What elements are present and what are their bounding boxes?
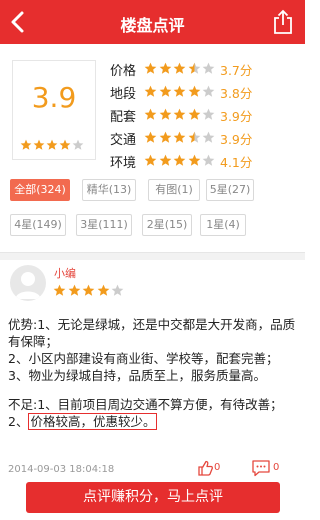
review-text: 优势:1、无论是绿城，还是中交都是大开发商，品质有保障； 2、小区内部建设有商业…	[8, 316, 304, 430]
top-nav-bar: 楼盘点评	[0, 0, 305, 44]
write-review-button[interactable]: 点评赚积分，马上点评	[26, 482, 280, 513]
review-star-full-icon	[82, 284, 95, 296]
category-score: 3.7分	[220, 63, 253, 78]
comment-icon[interactable]	[251, 459, 271, 477]
category-star-rating	[144, 62, 217, 81]
rating-summary: 3.9 价格 3.7分 地段 3.8分 配套 3.9分 交通 3.9分 环境 4.1分	[0, 44, 305, 171]
category-star-full-icon	[188, 154, 200, 166]
filter-tag[interactable]: 2星(15)	[142, 214, 192, 236]
category-star-empty-icon	[202, 85, 215, 97]
overall-star-full-icon	[20, 139, 32, 150]
review-username[interactable]: 小编	[54, 265, 76, 281]
category-ratings: 价格 3.7分 地段 3.8分 配套 3.9分 交通 3.9分 环境 4.1分	[108, 58, 298, 173]
filter-tag[interactable]: 1星(4)	[200, 214, 246, 236]
page-title: 楼盘点评	[120, 16, 185, 35]
category-star-empty-icon	[202, 154, 215, 166]
category-star-rating	[144, 131, 217, 150]
user-placeholder-icon	[15, 272, 41, 299]
overall-star-empty-icon	[72, 139, 84, 150]
comment-count: 0	[273, 462, 280, 473]
overall-star-rating	[20, 139, 85, 158]
category-star-full-icon	[159, 62, 171, 74]
category-star-full-icon	[173, 108, 186, 120]
category-star-full-icon	[144, 85, 157, 97]
category-star-full-icon	[173, 154, 186, 166]
category-label: 地段	[110, 87, 137, 102]
avatar[interactable]	[10, 265, 46, 301]
category-star-rating	[144, 108, 217, 127]
review-star-full-icon	[68, 284, 80, 296]
category-star-empty-icon	[202, 108, 215, 120]
category-rating-row: 价格 3.7分	[108, 58, 298, 81]
overall-score-box: 3.9	[12, 60, 96, 160]
category-star-full-icon	[188, 85, 200, 97]
category-star-full-icon	[173, 85, 186, 97]
category-star-full-icon	[159, 154, 171, 166]
category-star-empty-icon	[202, 62, 215, 74]
category-star-full-icon	[144, 131, 157, 143]
section-divider	[0, 252, 305, 260]
category-star-half-icon	[188, 131, 200, 143]
overall-star-full-icon	[46, 139, 58, 150]
category-star-full-icon	[188, 108, 200, 120]
category-star-full-icon	[173, 131, 186, 143]
highlighted-disadvantage: 价格较高，优惠较少。	[28, 413, 158, 430]
category-star-rating	[144, 85, 217, 104]
category-score: 3.9分	[220, 132, 253, 147]
like-count: 0	[214, 462, 221, 473]
category-label: 配套	[110, 110, 137, 125]
filter-tag[interactable]: 4星(149)	[10, 214, 66, 236]
category-star-full-icon	[144, 62, 157, 74]
review-star-full-icon	[97, 284, 109, 296]
filter-tag[interactable]: 3星(111)	[76, 214, 132, 236]
category-star-full-icon	[144, 108, 157, 120]
bottom-action-bar: 点评赚积分，马上点评	[0, 478, 305, 520]
review-star-empty-icon	[111, 284, 124, 296]
category-label: 价格	[110, 64, 137, 79]
category-rating-row: 地段 3.8分	[108, 81, 298, 104]
category-label: 交通	[110, 133, 137, 148]
category-star-empty-icon	[202, 131, 215, 143]
filter-tag[interactable]: 有图(1)	[148, 179, 200, 201]
review-disadvantages: 不足:1、目前项目周边交通不算方便，有待改善； 2、 价格较高，优惠较少。	[8, 396, 304, 430]
overall-star-full-icon	[59, 139, 71, 150]
category-star-full-icon	[159, 85, 171, 97]
category-rating-row: 交通 3.9分	[108, 127, 298, 150]
review-star-rating	[53, 284, 126, 303]
filter-tag[interactable]: 精华(13)	[82, 179, 136, 201]
category-star-full-icon	[159, 108, 171, 120]
review-disadvantage-1: 不足:1、目前项目周边交通不算方便，有待改善；	[8, 397, 283, 412]
review-advantages: 优势:1、无论是绿城，还是中交都是大开发商，品质有保障； 2、小区内部建设有商业…	[8, 317, 296, 383]
review-star-full-icon	[53, 284, 66, 296]
category-rating-row: 配套 3.9分	[108, 104, 298, 127]
share-icon[interactable]	[271, 9, 295, 35]
overall-star-full-icon	[33, 139, 45, 150]
thumbs-up-icon[interactable]	[196, 459, 226, 477]
review-disadvantage-2-prefix: 2、	[8, 414, 29, 429]
review-timestamp: 2014-09-03 18:04:18	[8, 464, 115, 475]
category-star-full-icon	[159, 131, 171, 143]
category-star-full-icon	[144, 154, 157, 166]
category-star-half-icon	[188, 62, 200, 74]
category-score: 3.9分	[220, 109, 253, 124]
category-star-full-icon	[173, 62, 186, 74]
filter-tag[interactable]: 全部(324)	[10, 179, 70, 201]
review-filter-tags: 全部(324) 精华(13) 有图(1) 5星(27) 4星(149) 3星(111) 2星…	[0, 169, 305, 249]
filter-tag[interactable]: 5星(27)	[206, 179, 254, 201]
category-score: 3.8分	[220, 86, 253, 101]
overall-score: 3.9	[31, 81, 77, 114]
